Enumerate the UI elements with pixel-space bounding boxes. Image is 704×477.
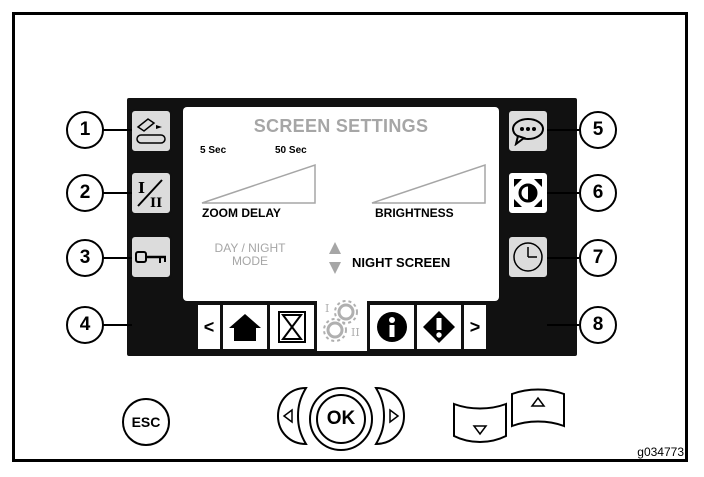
callout-5-leader — [547, 129, 579, 131]
down-arrow-button[interactable] — [450, 388, 510, 448]
svg-text:I: I — [138, 179, 145, 197]
tab-warning[interactable] — [417, 305, 461, 349]
tab-bar: < I II > — [198, 295, 498, 353]
callout-1-leader — [102, 129, 132, 131]
tab-hourglass[interactable] — [270, 305, 314, 349]
ok-button[interactable]: OK — [309, 387, 373, 451]
right-button-6[interactable] — [507, 171, 549, 215]
callout-3-leader — [102, 257, 132, 259]
left-button-1[interactable] — [130, 109, 172, 153]
page-title: SCREEN SETTINGS — [253, 116, 429, 136]
warning-icon — [423, 311, 455, 343]
up-down-arrows-icon[interactable] — [328, 241, 342, 275]
callout-8: 8 — [579, 306, 617, 344]
callout-7-leader — [547, 257, 579, 259]
zoom-delay-min-label: 5 Sec — [200, 145, 227, 156]
tab-info[interactable] — [370, 305, 414, 349]
callout-8-leader — [547, 324, 579, 326]
callout-6: 6 — [579, 174, 617, 212]
tab-settings[interactable]: I II — [317, 295, 367, 351]
tab-next-button[interactable]: > — [464, 305, 486, 349]
svg-text:II: II — [351, 326, 360, 339]
key-icon — [135, 251, 166, 263]
zoom-delay-label: ZOOM DELAY — [202, 206, 281, 220]
home-icon — [229, 314, 261, 341]
callout-4-leader — [102, 324, 132, 326]
right-button-7[interactable] — [507, 235, 549, 279]
zoom-delay-max-label: 50 Sec — [275, 145, 307, 156]
esc-button[interactable]: ESC — [122, 398, 170, 446]
speech-bubble-icon — [512, 118, 544, 146]
callout-1: 1 — [66, 111, 104, 149]
day-night-mode-value[interactable]: NIGHT SCREEN — [352, 255, 450, 270]
left-arrow-button[interactable] — [270, 382, 310, 450]
tab-home[interactable] — [223, 305, 267, 349]
brightness-label: BRIGHTNESS — [375, 206, 454, 220]
day-night-mode-label: DAY / NIGHT MODE — [214, 241, 286, 268]
callout-4: 4 — [66, 306, 104, 344]
tab-prev-button[interactable]: < — [198, 305, 220, 349]
callout-3: 3 — [66, 239, 104, 277]
callout-5: 5 — [579, 111, 617, 149]
brightness-slider[interactable] — [371, 163, 487, 205]
settings-gears-icon: I II — [323, 300, 360, 342]
hourglass-icon — [278, 311, 306, 343]
screen-settings-display: SCREEN SETTINGS 5 Sec 50 Sec ZOOM DELAY … — [183, 107, 499, 301]
right-button-5[interactable] — [507, 109, 549, 153]
callout-2: 2 — [66, 174, 104, 212]
svg-text:II: II — [150, 196, 162, 210]
svg-text:I: I — [325, 302, 329, 315]
left-button-3[interactable] — [130, 235, 172, 279]
right-arrow-button[interactable] — [372, 382, 412, 450]
left-button-2[interactable]: I II — [130, 171, 172, 215]
up-arrow-button[interactable] — [508, 388, 568, 448]
clock-icon — [513, 242, 543, 272]
figure-id: g034773 — [637, 445, 684, 459]
screen-contrast-icon — [514, 179, 542, 207]
switch-i-ii-icon: I II — [137, 179, 163, 210]
info-icon — [377, 312, 407, 342]
callout-2-leader — [102, 192, 132, 194]
zoom-delay-slider[interactable] — [201, 163, 317, 205]
calibrate-icon — [136, 118, 166, 144]
callout-6-leader — [547, 192, 579, 194]
callout-7: 7 — [579, 239, 617, 277]
